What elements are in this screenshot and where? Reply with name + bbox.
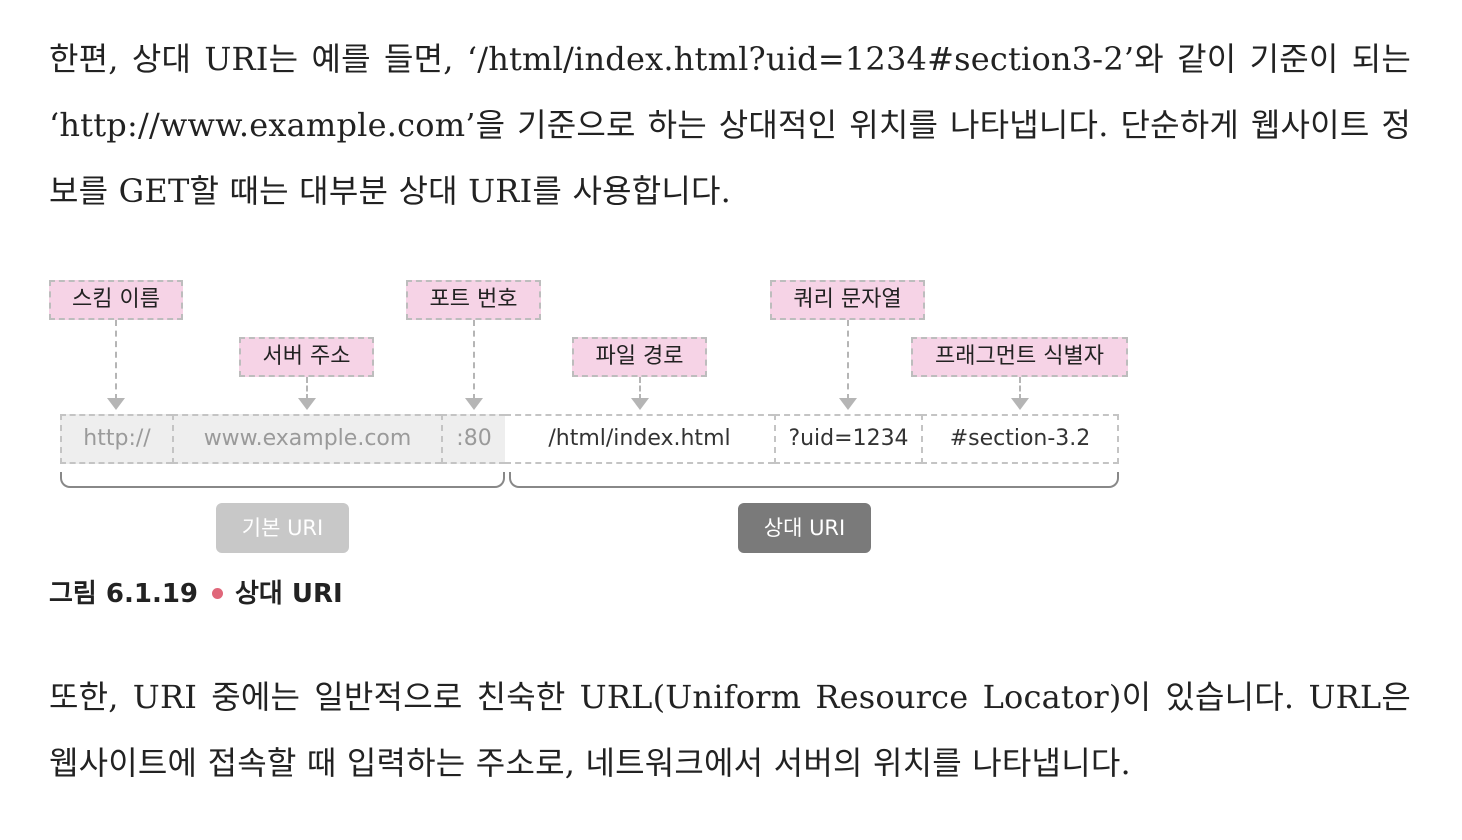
label-fragment-identifier: 프래그먼트 식별자 (911, 337, 1128, 377)
segment-server: www.example.com (172, 414, 441, 464)
arrow-down-icon (1011, 398, 1029, 410)
connector-file-path (639, 377, 641, 400)
base-uri-brace (60, 472, 505, 488)
label-query-string: 쿼리 문자열 (770, 280, 925, 320)
relative-uri-badge: 상대 URI (738, 503, 871, 553)
label-server-address: 서버 주소 (239, 337, 374, 377)
arrow-down-icon (631, 398, 649, 410)
intro-paragraph: 한편, 상대 URI는 예를 들면, ‘/html/index.html?uid… (49, 40, 1411, 210)
label-scheme-name: 스킴 이름 (49, 280, 183, 320)
arrow-down-icon (107, 398, 125, 410)
label-file-path: 파일 경로 (572, 337, 707, 377)
connector-fragment (1019, 377, 1021, 400)
connector-scheme (115, 320, 117, 400)
relative-uri-brace (509, 472, 1119, 488)
connector-server (306, 377, 308, 400)
figure-number: 그림 6.1.19 (49, 579, 199, 609)
connector-port (473, 320, 475, 400)
connector-query (847, 320, 849, 400)
url-paragraph: 또한, URI 중에는 일반적으로 친숙한 URL(Uniform Resour… (49, 678, 1411, 782)
arrow-down-icon (298, 398, 316, 410)
base-uri-badge: 기본 URI (216, 503, 349, 553)
segment-scheme: http:// (60, 414, 172, 464)
arrow-down-icon (839, 398, 857, 410)
figure-title: 상대 URI (235, 579, 343, 609)
segment-fragment: #section-3.2 (921, 414, 1119, 464)
label-port-number: 포트 번호 (406, 280, 541, 320)
figure-caption: 그림 6.1.19 상대 URI (49, 574, 343, 614)
segment-query: ?uid=1234 (774, 414, 921, 464)
caption-dot-icon (212, 587, 224, 599)
segment-file-path: /html/index.html (505, 414, 774, 464)
segment-port: :80 (441, 414, 505, 464)
arrow-down-icon (465, 398, 483, 410)
